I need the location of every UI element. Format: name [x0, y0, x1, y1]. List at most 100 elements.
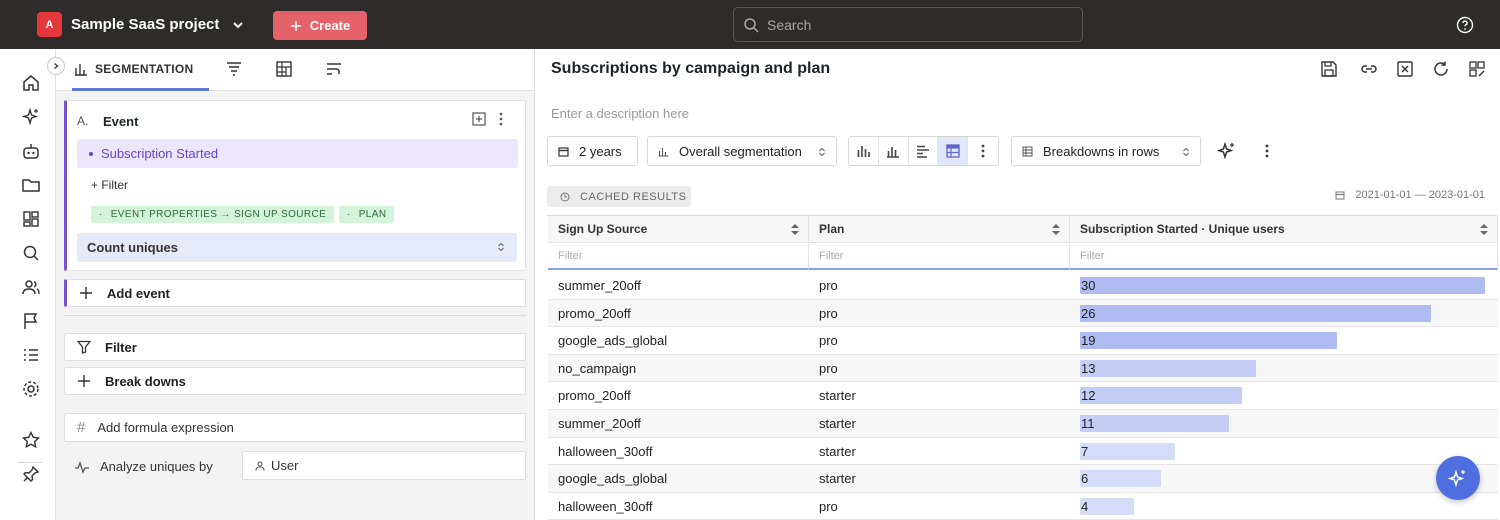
more-views-button[interactable] — [968, 137, 998, 165]
date-range-text: 2021-01-01 — 2023-01-01 — [1355, 189, 1485, 201]
date-range-button[interactable]: 2 years — [547, 136, 638, 166]
create-button[interactable]: Create — [273, 11, 367, 40]
measure-selector[interactable]: Count uniques — [77, 233, 517, 262]
add-formula-button[interactable]: # Add formula expression — [64, 413, 526, 442]
filter-input-plan[interactable]: Filter — [809, 244, 1070, 270]
pin-icon[interactable] — [21, 464, 41, 484]
table-row[interactable]: halloween_30off starter 7 — [548, 438, 1498, 466]
collapse-panel-button[interactable] — [47, 57, 65, 75]
table-row[interactable]: promo_20off pro 26 — [548, 299, 1498, 328]
dashboard-icon[interactable] — [21, 209, 41, 229]
value-bar — [1080, 415, 1229, 432]
event-selector[interactable]: Subscription Started — [77, 139, 518, 168]
cell-plan: pro — [819, 498, 838, 514]
table-row[interactable]: google_ads_global pro 19 — [548, 327, 1498, 355]
sort-icon[interactable] — [790, 223, 800, 236]
plus-icon — [80, 287, 92, 299]
more-options-icon[interactable] — [1265, 144, 1269, 158]
users-icon[interactable] — [21, 277, 41, 297]
add-formula-label: Add formula expression — [97, 420, 234, 435]
search-input[interactable]: Search — [733, 7, 1083, 42]
breakdowns-label: Break downs — [105, 373, 186, 389]
close-square-icon[interactable] — [1396, 60, 1414, 78]
sparkle-icon[interactable] — [21, 107, 41, 127]
bar-chart-icon — [658, 147, 669, 157]
ai-assistant-button[interactable] — [1436, 456, 1480, 500]
breakdowns-button[interactable]: Break downs — [64, 367, 526, 395]
search-placeholder: Search — [767, 16, 812, 33]
cell-unique-users: 19 — [1081, 333, 1096, 349]
plus-icon — [290, 20, 301, 31]
add-event-filter-link[interactable]: + Filter — [91, 178, 128, 192]
search-icon — [744, 17, 759, 33]
bar-chart-view-button[interactable] — [849, 137, 879, 165]
top-bar: A Sample SaaS project Create Search — [0, 0, 1500, 49]
gear-icon[interactable] — [21, 379, 41, 399]
add-event-button[interactable]: Add event — [64, 279, 526, 307]
user-icon — [255, 460, 265, 471]
cell-unique-users: 7 — [1081, 443, 1089, 459]
project-switcher[interactable]: A Sample SaaS project — [37, 12, 245, 37]
bot-icon[interactable] — [21, 141, 41, 161]
retention-icon[interactable] — [275, 60, 293, 78]
help-icon[interactable] — [1456, 16, 1474, 34]
refresh-icon[interactable] — [1432, 60, 1450, 78]
hash-icon: # — [77, 419, 86, 436]
flag-icon[interactable] — [21, 311, 41, 331]
sort-icon[interactable] — [1051, 223, 1061, 236]
filter-input-unique-users[interactable]: Filter — [1070, 244, 1498, 270]
table-row[interactable]: summer_20off starter 11 — [548, 410, 1498, 438]
breakdown-chip-sign-up-source[interactable]: · EVENT PROPERTIES → SIGN UP SOURCE — [91, 206, 335, 223]
value-bar — [1080, 304, 1431, 322]
filter-button[interactable]: Filter — [64, 333, 526, 361]
cell-plan: starter — [819, 388, 856, 404]
funnel-icon[interactable] — [225, 60, 243, 78]
header-label: Plan — [819, 222, 845, 236]
description-input[interactable]: Enter a description here — [551, 106, 689, 121]
list-icon[interactable] — [21, 345, 41, 365]
breakdown-chip-plan[interactable]: · PLAN — [339, 206, 395, 223]
segmentation-select[interactable]: Overall segmentation — [647, 136, 837, 166]
segmentation-label: Overall segmentation — [679, 143, 802, 159]
sort-icon[interactable] — [1479, 223, 1489, 236]
updown-icon — [819, 147, 825, 157]
cell-plan: pro — [819, 305, 838, 321]
edit-layout-icon[interactable] — [1468, 60, 1486, 78]
table-row[interactable]: google_ads_global starter 6 — [548, 465, 1498, 493]
cell-plan: pro — [819, 278, 838, 293]
column-header-unique-users[interactable]: Subscription Started · Unique users — [1070, 216, 1498, 243]
breakdown-mode-select[interactable]: Breakdowns in rows — [1011, 136, 1201, 166]
horizontal-bar-view-button[interactable] — [909, 137, 939, 165]
column-header-sign-up-source[interactable]: Sign Up Source — [548, 216, 809, 243]
table-row[interactable]: no_campaign pro 13 — [548, 354, 1498, 383]
chip-dot-icon: · — [99, 209, 103, 220]
value-bar — [1080, 332, 1337, 350]
home-icon[interactable] — [21, 73, 41, 93]
analyze-by-select[interactable]: User — [242, 451, 526, 480]
report-area: Subscriptions by campaign and plan Enter… — [535, 49, 1500, 520]
table-row[interactable]: halloween_30off pro 4 — [548, 493, 1498, 520]
column-header-plan[interactable]: Plan — [809, 216, 1070, 243]
tab-segmentation[interactable]: SEGMENTATION — [72, 49, 209, 91]
table-row[interactable]: summer_20off pro 30 — [548, 272, 1498, 300]
chip-dot-icon: · — [347, 209, 351, 220]
stacked-bar-view-button[interactable] — [879, 137, 909, 165]
save-icon[interactable] — [1320, 60, 1338, 78]
link-icon[interactable] — [1360, 60, 1378, 78]
add-series-icon[interactable] — [472, 112, 486, 126]
search-icon[interactable] — [21, 243, 41, 263]
table-row[interactable]: promo_20off starter 12 — [548, 382, 1498, 410]
report-title[interactable]: Subscriptions by campaign and plan — [551, 60, 830, 78]
more-options-icon — [981, 144, 985, 158]
filter-input-sign-up-source[interactable]: Filter — [548, 244, 809, 270]
more-options-icon[interactable] — [499, 112, 503, 126]
folder-icon[interactable] — [21, 175, 41, 195]
flows-icon[interactable] — [325, 60, 343, 78]
cell-plan: pro — [819, 333, 838, 349]
table-view-button[interactable] — [938, 137, 969, 165]
clock-icon — [560, 192, 570, 201]
ai-sparkle-icon[interactable] — [1217, 141, 1237, 161]
star-icon[interactable] — [21, 430, 41, 450]
nav-divider — [18, 462, 42, 463]
analyze-value: User — [271, 458, 299, 473]
